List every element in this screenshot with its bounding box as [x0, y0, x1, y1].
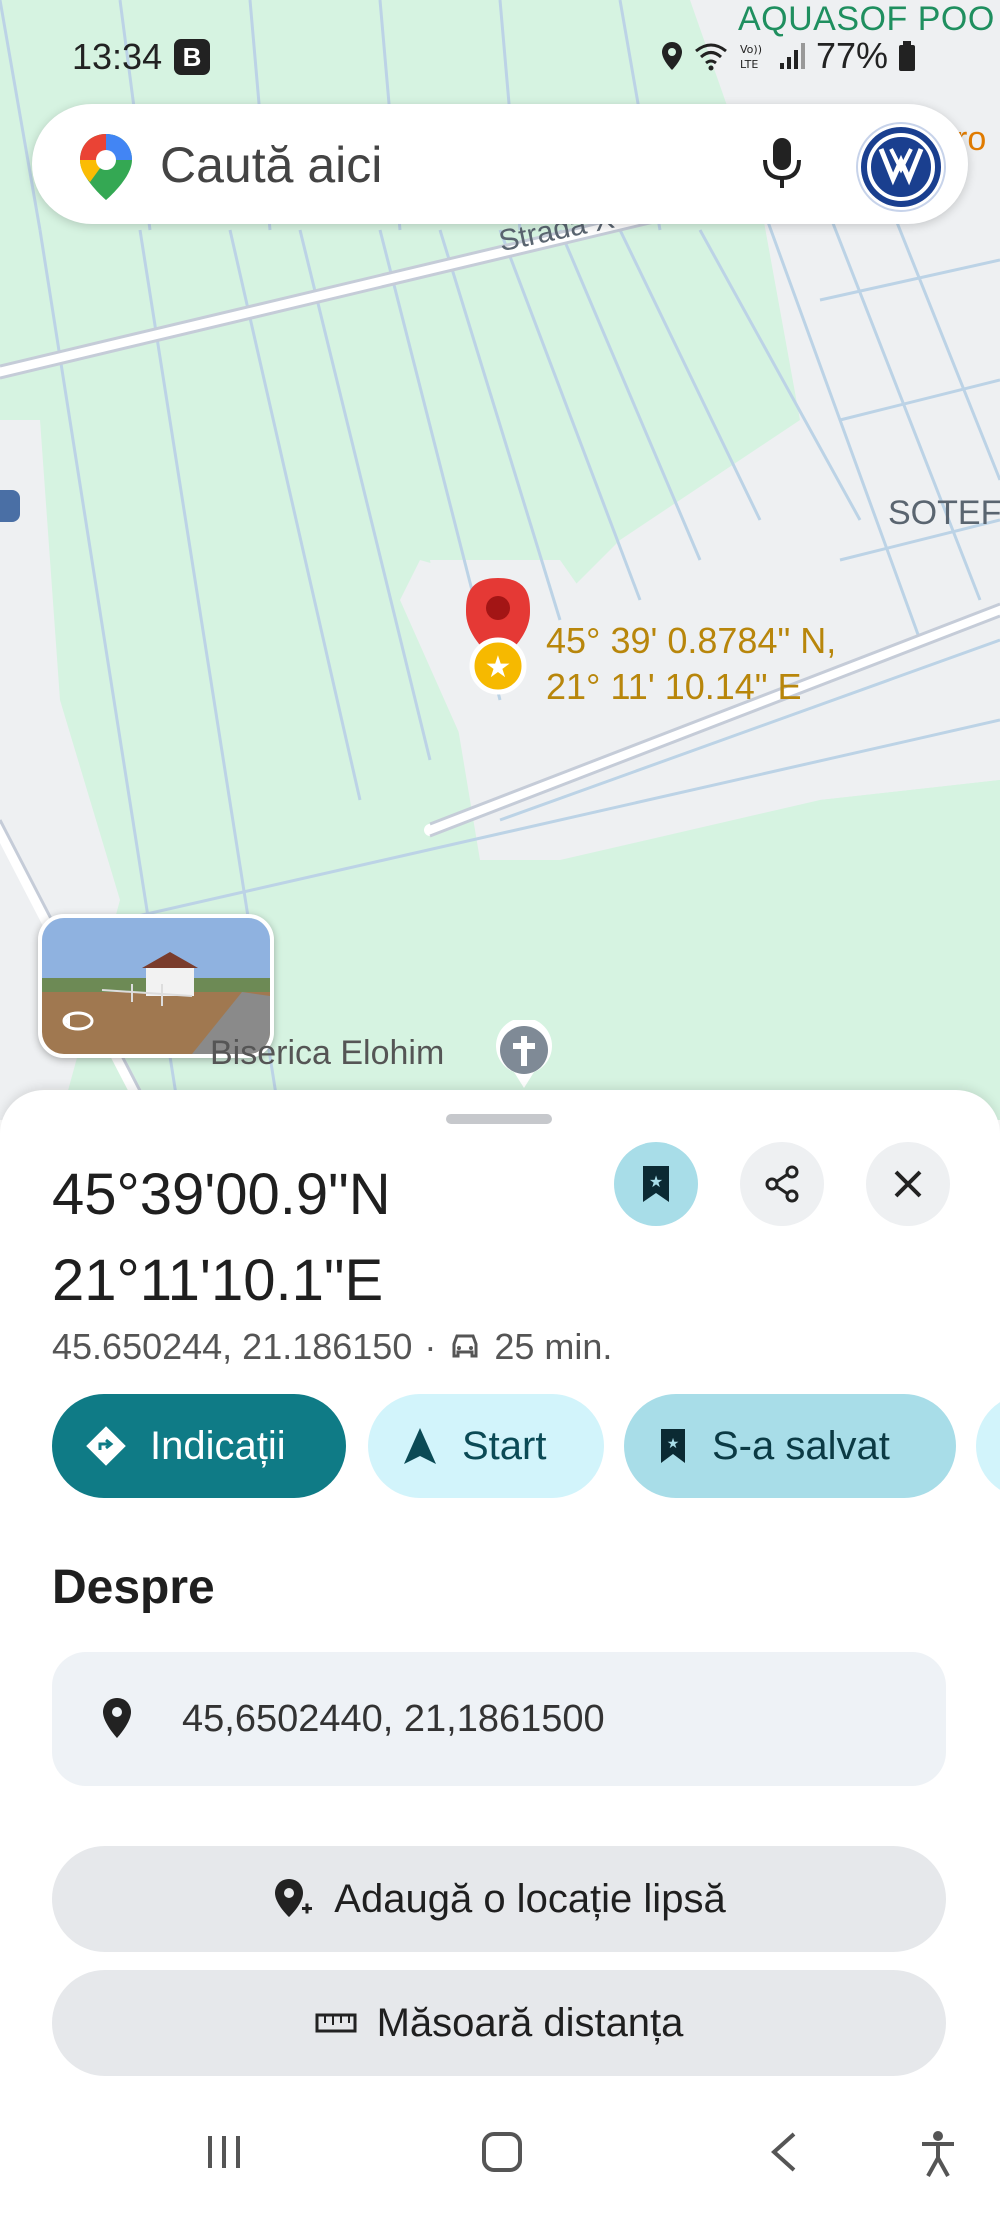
add-missing-place-button[interactable]: Adaugă o locație lipsă	[52, 1846, 946, 1952]
location-icon	[662, 42, 682, 70]
wifi-icon	[695, 43, 727, 71]
car-icon	[452, 1334, 478, 1358]
saved-label: S-a salvat	[712, 1423, 890, 1468]
svg-text:★: ★	[649, 1172, 663, 1191]
place-bottom-sheet[interactable]: 45°39'00.9"N 21°11'10.1"E ★ 45.650244, 2…	[0, 1090, 1000, 2222]
rotate-360-icon	[62, 1011, 94, 1031]
volte-icon: Vo)) LTE	[740, 43, 762, 71]
separator: ·	[424, 1326, 437, 1367]
drag-handle[interactable]	[446, 1114, 552, 1124]
notification-badge: B	[174, 39, 210, 75]
directions-label: Indicații	[150, 1423, 286, 1468]
about-heading: Despre	[52, 1561, 215, 1614]
bookmark-icon: ★	[643, 1166, 669, 1202]
add-missing-place-label: Adaugă o locație lipsă	[334, 1876, 726, 1921]
navigation-arrow-icon	[404, 1428, 436, 1464]
recent-apps-icon[interactable]	[204, 2130, 244, 2174]
measure-distance-label: Măsoară distanța	[376, 2000, 684, 2045]
close-icon	[894, 1170, 922, 1198]
vw-logo-icon	[867, 133, 935, 201]
microphone-icon[interactable]	[754, 134, 810, 194]
signal-icon	[780, 43, 805, 69]
svg-text:★: ★	[485, 650, 512, 685]
directions-button[interactable]: Indicații	[52, 1394, 346, 1498]
map-label-area: SOTEF	[888, 494, 1000, 532]
svg-text:★: ★	[667, 1436, 680, 1452]
google-maps-logo-icon	[80, 134, 132, 200]
close-button[interactable]	[866, 1142, 950, 1226]
account-avatar[interactable]	[858, 124, 944, 210]
place-title: 45°39'00.9"N 21°11'10.1"E	[52, 1152, 391, 1324]
accessibility-icon[interactable]	[918, 2130, 958, 2178]
status-time: 13:34	[72, 36, 163, 77]
church-marker-icon[interactable]	[494, 1020, 554, 1088]
saved-button[interactable]: ★ S-a salvat	[624, 1394, 956, 1498]
share-button[interactable]	[740, 1142, 824, 1226]
bookmark-icon: ★	[661, 1429, 685, 1463]
drive-time: 25 min.	[494, 1326, 613, 1367]
battery-percent: 77%	[816, 35, 889, 76]
map-label-church: Biserica Elohim	[210, 1034, 445, 1072]
pin-coordinates-label: 45° 39' 0.8784" N, 21° 11' 10.14" E	[546, 618, 836, 710]
place-subline: 45.650244, 21.186150 · 25 min.	[52, 1326, 612, 1368]
home-icon[interactable]	[480, 2130, 524, 2174]
location-pin-icon	[103, 1698, 131, 1738]
add-location-icon	[275, 1879, 313, 1917]
save-button[interactable]: ★	[614, 1142, 698, 1226]
directions-icon	[86, 1426, 126, 1466]
ruler-icon	[315, 2013, 357, 2033]
start-label: Start	[462, 1423, 547, 1468]
battery-icon	[899, 41, 916, 71]
pin-coordinates-lat: 45° 39' 0.8784" N,	[546, 620, 837, 661]
action-chips: Indicații Start ★ S-a salvat	[0, 1394, 1000, 1504]
svg-text:Vo)): Vo))	[740, 43, 762, 56]
status-bar: 13:34 B Vo)) LTE 77%	[0, 0, 1000, 110]
share-icon	[765, 1165, 799, 1203]
decimal-coordinates: 45.650244, 21.186150	[52, 1326, 413, 1367]
status-icons: Vo)) LTE 77%	[660, 35, 916, 76]
start-button[interactable]: Start	[368, 1394, 604, 1498]
back-icon[interactable]	[766, 2130, 802, 2174]
search-input[interactable]: Caută aici	[160, 136, 382, 194]
measure-distance-button[interactable]: Măsoară distanța	[52, 1970, 946, 2076]
place-title-lat: 45°39'00.9"N	[52, 1162, 391, 1227]
location-pin[interactable]: ★	[466, 578, 530, 695]
coordinates-value: 45,6502440, 21,1861500	[182, 1698, 605, 1740]
pin-coordinates-lng: 21° 11' 10.14" E	[546, 666, 802, 707]
system-navigation-bar	[0, 2100, 1000, 2222]
place-title-lng: 21°11'10.1"E	[52, 1248, 384, 1313]
more-actions-chip[interactable]	[976, 1394, 1000, 1498]
svg-text:LTE: LTE	[740, 58, 758, 71]
search-bar[interactable]: Caută aici	[32, 104, 968, 224]
coordinates-row[interactable]: 45,6502440, 21,1861500	[52, 1652, 946, 1786]
